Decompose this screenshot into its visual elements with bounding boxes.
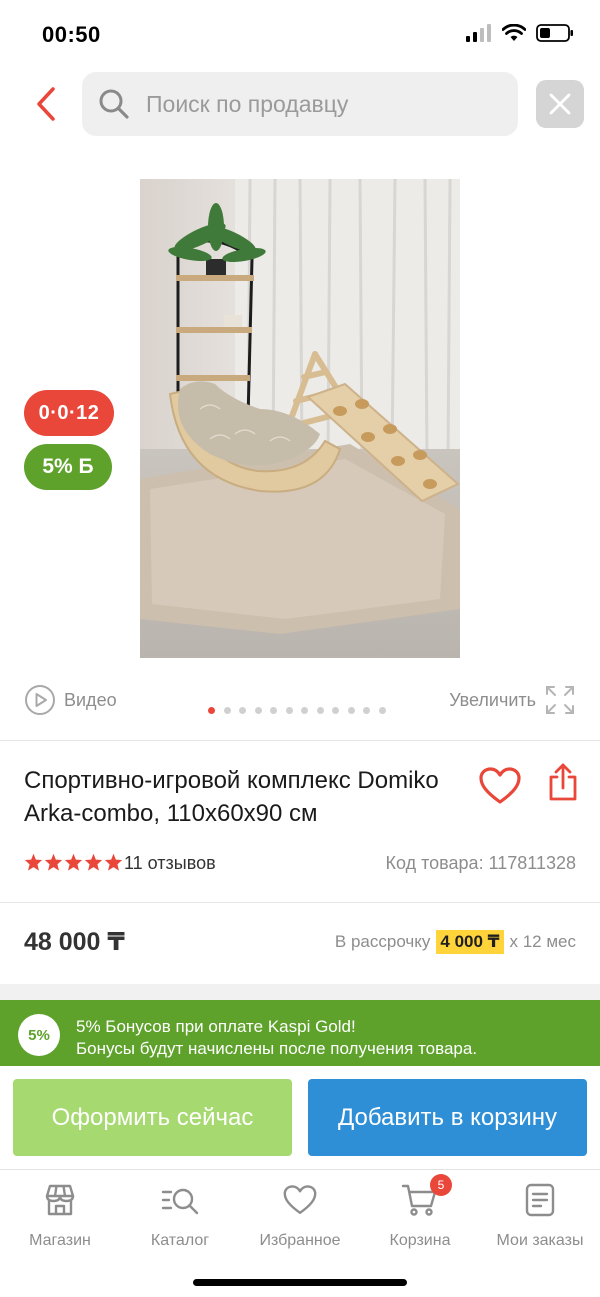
tab-orders[interactable]: Мои заказы	[480, 1180, 600, 1260]
tab-label: Магазин	[29, 1232, 91, 1249]
tab-cart[interactable]: 5 Корзина	[360, 1174, 480, 1260]
cart-count-badge: 5	[430, 1174, 452, 1196]
play-icon	[25, 685, 55, 715]
carousel-dot[interactable]	[254, 707, 262, 714]
carousel-dot[interactable]	[208, 707, 215, 714]
tab-store[interactable]: Магазин	[0, 1180, 120, 1260]
status-icons	[466, 24, 574, 42]
tab-label: Корзина	[389, 1232, 451, 1249]
search-icon	[96, 86, 132, 122]
video-label: Видео	[64, 689, 117, 710]
star-icon	[44, 853, 63, 871]
product-title: Спортивно-игровой комплекс Domiko Arka-c…	[24, 767, 439, 827]
carousel-dot[interactable]	[347, 707, 355, 714]
carousel-dot[interactable]	[285, 707, 293, 714]
bonus-percent-circle: 5%	[18, 1014, 60, 1056]
video-button[interactable]: Видео	[24, 684, 117, 716]
carousel-dot[interactable]	[223, 707, 231, 714]
reviews-link[interactable]: 11 отзывов	[124, 853, 216, 874]
chevron-left-icon	[37, 87, 55, 121]
tab-label: Мои заказы	[496, 1232, 584, 1249]
product-image[interactable]	[140, 179, 460, 658]
installment-suffix: x 12 мес	[509, 932, 577, 951]
bonus-banner: 5% 5% Бонусов при оплате Kaspi Gold! Бон…	[0, 1000, 600, 1066]
search-box[interactable]	[82, 72, 518, 136]
carousel-dot[interactable]	[301, 707, 308, 714]
bonus-line-2: Бонусы будут начислены после получения т…	[76, 1039, 478, 1058]
back-button[interactable]	[26, 84, 66, 124]
installment-info[interactable]: В рассрочку 4 000 ₸ x 12 мес	[335, 930, 576, 954]
installment-amount: 4 000 ₸	[436, 930, 504, 954]
battery-icon	[536, 24, 573, 42]
star-icon	[84, 853, 103, 871]
catalog-icon	[160, 1180, 200, 1220]
price-row: 48 000 ₸ В рассрочку 4 000 ₸ x 12 мес	[24, 924, 576, 964]
cart-icon: 5	[400, 1174, 452, 1220]
add-to-cart-button[interactable]: Добавить в корзину	[308, 1079, 587, 1156]
zoom-label: Увеличить	[449, 689, 536, 710]
store-icon	[40, 1180, 80, 1220]
divider	[0, 740, 600, 741]
favorite-button[interactable]	[478, 766, 522, 806]
close-icon	[549, 93, 571, 115]
carousel-dot[interactable]	[239, 707, 246, 714]
status-time: 00:50	[42, 22, 101, 47]
expand-icon	[546, 686, 574, 714]
star-icon	[64, 853, 83, 871]
search-input[interactable]	[146, 90, 486, 118]
star-icon	[24, 853, 43, 871]
close-button[interactable]	[536, 80, 584, 128]
installment-badge: 0·0·12	[24, 390, 114, 436]
bonus-badge: 5% Б	[24, 444, 112, 490]
carousel-dot[interactable]	[378, 707, 386, 714]
wifi-icon	[502, 24, 526, 41]
tab-catalog[interactable]: Каталог	[120, 1180, 240, 1260]
orders-icon	[520, 1180, 560, 1220]
divider	[0, 902, 600, 903]
status-bar: 00:50	[0, 0, 600, 70]
bonus-text: 5% Бонусов при оплате Kaspi Gold! Бонусы…	[76, 1016, 477, 1060]
product-price: 48 000 ₸	[24, 928, 125, 956]
carousel-dot[interactable]	[332, 707, 339, 714]
bottom-tab-bar: Магазин Каталог Избранное 5 Корзина Мои …	[0, 1169, 600, 1297]
rating-row: 11 отзывов Код товара: 117811328	[24, 852, 576, 878]
home-indicator	[193, 1279, 407, 1286]
carousel-dot[interactable]	[270, 707, 277, 714]
heart-icon	[280, 1180, 320, 1220]
section-separator	[0, 984, 600, 1000]
share-button[interactable]	[546, 762, 580, 802]
media-row: Видео Увеличить	[0, 682, 600, 718]
cellular-signal-icon	[466, 24, 491, 42]
tab-favorites[interactable]: Избранное	[240, 1180, 360, 1260]
product-code: Код товара: 117811328	[385, 853, 576, 873]
rating-stars[interactable]	[24, 853, 123, 871]
order-now-button[interactable]: Оформить сейчас	[13, 1079, 292, 1156]
carousel-dots	[208, 707, 386, 714]
bonus-line-1: 5% Бонусов при оплате Kaspi Gold!	[76, 1017, 356, 1036]
tab-label: Избранное	[259, 1232, 341, 1249]
top-bar	[0, 70, 600, 140]
heart-icon	[479, 767, 521, 804]
zoom-button[interactable]: Увеличить	[449, 684, 576, 716]
product-photo	[140, 179, 460, 658]
share-icon	[549, 763, 577, 801]
tab-label: Каталог	[150, 1232, 210, 1249]
carousel-dot[interactable]	[363, 707, 370, 714]
star-icon	[104, 853, 123, 871]
installment-prefix: В рассрочку	[334, 932, 431, 951]
carousel-dot[interactable]	[316, 707, 324, 714]
